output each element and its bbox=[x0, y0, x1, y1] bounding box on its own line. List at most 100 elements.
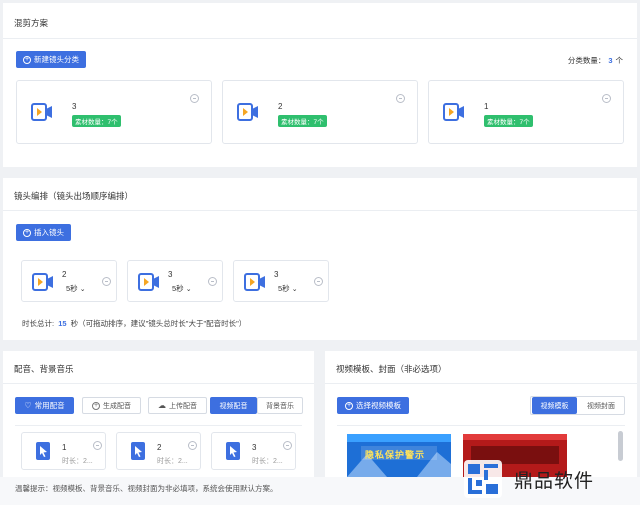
shot-card[interactable]: 3 5秒 ⌄ bbox=[127, 260, 223, 302]
category-number: 3 bbox=[72, 102, 77, 111]
video-camera-icon bbox=[32, 273, 53, 291]
video-camera-icon bbox=[244, 273, 265, 291]
video-dub-label: 视频配音 bbox=[219, 402, 248, 410]
template-divider bbox=[325, 383, 637, 384]
tab-video-template[interactable]: 视频模板 bbox=[532, 397, 577, 414]
audio-panel: 配音、背景音乐 ♡ 常用配音 + 生成配音 ☁ 上传配音 视频配音 背景音乐 1… bbox=[3, 351, 314, 477]
tab-video-dub[interactable]: 视频配音 bbox=[210, 397, 257, 414]
remove-icon[interactable] bbox=[102, 277, 111, 286]
bgm-label: 背景音乐 bbox=[266, 402, 294, 410]
remove-icon[interactable] bbox=[283, 441, 292, 450]
category-card[interactable]: 3 素材数量：7个 bbox=[16, 80, 212, 144]
category-number: 1 bbox=[484, 102, 489, 111]
new-category-label: 新建镜头分类 bbox=[34, 55, 79, 64]
arrange-panel: 镜头编排（镜头出场顺序编排） + 插入镜头 2 5秒 ⌄ 3 5秒 ⌄ 3 5秒… bbox=[3, 178, 637, 340]
video-camera-icon bbox=[31, 103, 52, 121]
chevron-down-icon: ⌄ bbox=[79, 286, 86, 293]
audio-number: 3 bbox=[252, 443, 257, 452]
template-scrollbar[interactable] bbox=[618, 431, 623, 461]
remove-icon[interactable] bbox=[602, 94, 611, 103]
audio-title: 配音、背景音乐 bbox=[14, 364, 74, 374]
brand-name: 鼎品软件 bbox=[514, 469, 595, 492]
plus-circle-icon: + bbox=[23, 55, 31, 64]
category-number: 2 bbox=[278, 102, 283, 111]
shot-number: 3 bbox=[168, 270, 173, 279]
material-count-badge: 素材数量：7个 bbox=[72, 115, 121, 127]
heart-icon: ♡ bbox=[24, 401, 32, 410]
select-template-button[interactable]: + 选择视频模板 bbox=[337, 397, 409, 414]
tab-bgm[interactable]: 背景音乐 bbox=[257, 397, 303, 414]
tab-video-cover[interactable]: 视频封面 bbox=[578, 397, 624, 414]
new-category-button[interactable]: + 新建镜头分类 bbox=[16, 51, 86, 68]
duration-value: 5秒 bbox=[172, 284, 184, 293]
total-suffix: 秒（可拖动排序，建议"镜头总时长"大于"配音时长"） bbox=[70, 319, 247, 328]
category-count-value: 3 bbox=[608, 56, 613, 65]
remove-icon[interactable] bbox=[190, 94, 199, 103]
chevron-down-icon: ⌄ bbox=[185, 286, 192, 293]
duration-value: 5秒 bbox=[66, 284, 78, 293]
category-count-unit: 个 bbox=[615, 56, 624, 65]
tab-cover-label: 视频封面 bbox=[587, 402, 615, 410]
category-card[interactable]: 2 素材数量：7个 bbox=[222, 80, 418, 144]
audio-length: 时长：2... bbox=[252, 458, 283, 465]
upload-dub-button[interactable]: ☁ 上传配音 bbox=[148, 397, 207, 414]
chevron-down-icon: ⌄ bbox=[291, 286, 298, 293]
arrange-title: 镜头编排（镜头出场顺序编排） bbox=[14, 191, 134, 201]
remove-icon[interactable] bbox=[188, 441, 197, 450]
common-dub-button[interactable]: ♡ 常用配音 bbox=[15, 397, 74, 414]
audio-item[interactable]: 3 时长：2... bbox=[211, 432, 296, 470]
template-title: 视频模板、封面（非必选项） bbox=[336, 364, 447, 374]
material-count-badge: 素材数量：7个 bbox=[484, 115, 533, 127]
insert-shot-label: 插入镜头 bbox=[34, 228, 64, 237]
insert-shot-button[interactable]: + 插入镜头 bbox=[16, 224, 71, 241]
material-count-badge: 素材数量：7个 bbox=[278, 115, 327, 127]
arrange-divider bbox=[3, 210, 637, 211]
template-tabs: 视频模板 视频封面 bbox=[530, 396, 625, 415]
video-camera-icon bbox=[443, 103, 464, 121]
generate-dub-button[interactable]: + 生成配音 bbox=[82, 397, 141, 414]
remove-icon[interactable] bbox=[93, 441, 102, 450]
brand-logo-icon bbox=[464, 460, 502, 498]
audio-item[interactable]: 1 时长：2... bbox=[21, 432, 106, 470]
total-duration: 时长总计: 15 秒（可拖动排序，建议"镜头总时长"大于"配音时长"） bbox=[22, 318, 246, 329]
plus-circle-icon: + bbox=[92, 401, 100, 410]
duration-value: 5秒 bbox=[278, 284, 290, 293]
total-value: 15 bbox=[58, 319, 67, 328]
tip-text: 温馨提示：视频模板、背景音乐、视频封面为非必填项，系统会使用默认方案。 bbox=[15, 484, 278, 493]
audio-length: 时长：2... bbox=[62, 458, 93, 465]
tab-template-label: 视频模板 bbox=[540, 402, 569, 410]
audio-divider bbox=[3, 383, 314, 384]
generate-dub-label: 生成配音 bbox=[103, 402, 131, 410]
scheme-panel: 混剪方案 + 新建镜头分类 分类数量： 3 个 3 素材数量：7个 2 素材数量：7… bbox=[3, 3, 637, 167]
category-card[interactable]: 1 素材数量：7个 bbox=[428, 80, 624, 144]
category-count-label: 分类数量： bbox=[567, 56, 606, 65]
duration-select[interactable]: 5秒 ⌄ bbox=[66, 283, 86, 294]
cursor-icon bbox=[226, 442, 240, 460]
template-list-divider bbox=[337, 425, 625, 426]
remove-icon[interactable] bbox=[208, 277, 217, 286]
shot-number: 2 bbox=[62, 270, 67, 279]
audio-item[interactable]: 2 时长：2... bbox=[116, 432, 201, 470]
shot-card[interactable]: 2 5秒 ⌄ bbox=[21, 260, 117, 302]
plus-circle-icon: + bbox=[23, 228, 31, 237]
duration-select[interactable]: 5秒 ⌄ bbox=[278, 283, 298, 294]
common-dub-label: 常用配音 bbox=[34, 401, 65, 410]
brand-logo: 鼎品软件 bbox=[462, 458, 632, 500]
audio-number: 1 bbox=[62, 443, 67, 452]
remove-icon[interactable] bbox=[396, 94, 405, 103]
cursor-icon bbox=[36, 442, 50, 460]
total-prefix: 时长总计: bbox=[22, 319, 55, 328]
scheme-divider bbox=[3, 38, 637, 39]
cursor-icon bbox=[131, 442, 145, 460]
shot-number: 3 bbox=[274, 270, 279, 279]
select-template-label: 选择视频模板 bbox=[356, 401, 401, 410]
plus-circle-icon: + bbox=[345, 401, 353, 410]
duration-select[interactable]: 5秒 ⌄ bbox=[172, 283, 192, 294]
video-camera-icon bbox=[138, 273, 159, 291]
audio-length: 时长：2... bbox=[157, 458, 188, 465]
remove-icon[interactable] bbox=[314, 277, 323, 286]
shot-card[interactable]: 3 5秒 ⌄ bbox=[233, 260, 329, 302]
audio-list-divider bbox=[15, 425, 302, 426]
video-camera-icon bbox=[237, 103, 258, 121]
scheme-title: 混剪方案 bbox=[14, 18, 49, 28]
